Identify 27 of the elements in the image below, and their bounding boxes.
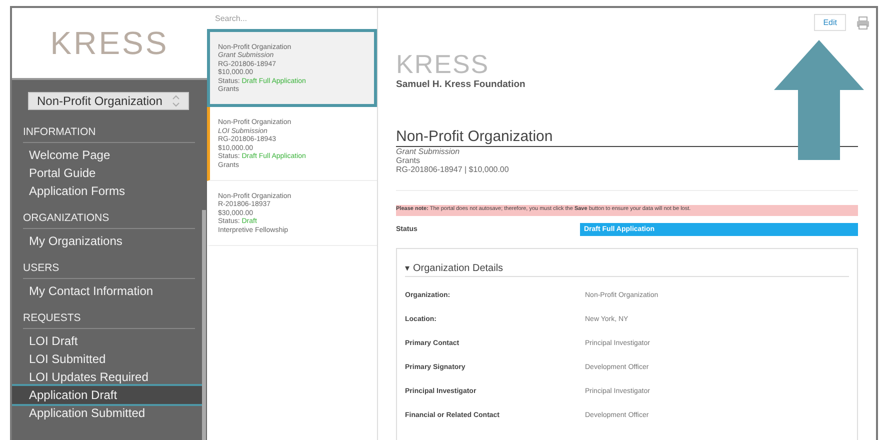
organization-select[interactable]: Non-Profit Organization — [28, 92, 189, 110]
submission-type: Grant Submission — [396, 147, 461, 156]
nav-item[interactable]: LOI Submitted — [23, 350, 195, 368]
nav-item[interactable]: My Organizations — [23, 232, 195, 250]
nav-item[interactable]: Application Forms — [23, 182, 195, 200]
kress-logo: KRESS — [396, 51, 490, 77]
nav-item[interactable]: LOI Draft — [23, 332, 195, 350]
nav-item[interactable]: My Contact Information — [23, 282, 195, 300]
nav-item[interactable]: Portal Guide — [23, 164, 195, 182]
chevron-updown-icon — [172, 95, 180, 107]
reference-amount: RG-201806-18947 | $10,000.00 — [396, 165, 510, 174]
collapse-toggle[interactable]: ▾ — [405, 263, 410, 274]
print-icon[interactable] — [856, 16, 870, 30]
section-heading: INFORMATION — [23, 126, 195, 143]
foundation-name: Samuel H. Kress Foundation — [396, 79, 526, 90]
nav-item[interactable]: Welcome Page — [23, 146, 195, 164]
nav-item[interactable]: Application Submitted — [23, 404, 195, 422]
panel-title: Organization Details — [413, 263, 504, 274]
section-heading: REQUESTS — [23, 312, 195, 329]
nav-item[interactable]: LOI Updates Required — [23, 368, 195, 386]
section-heading: USERS — [23, 262, 195, 279]
program-name: Grants — [396, 156, 422, 165]
nav-item[interactable]: Application Draft — [12, 386, 203, 404]
edit-button[interactable]: Edit — [814, 14, 846, 31]
scrollbar[interactable] — [202, 210, 206, 440]
kress-logo: KRESS — [50, 24, 169, 62]
section-heading: ORGANIZATIONS — [23, 212, 195, 229]
